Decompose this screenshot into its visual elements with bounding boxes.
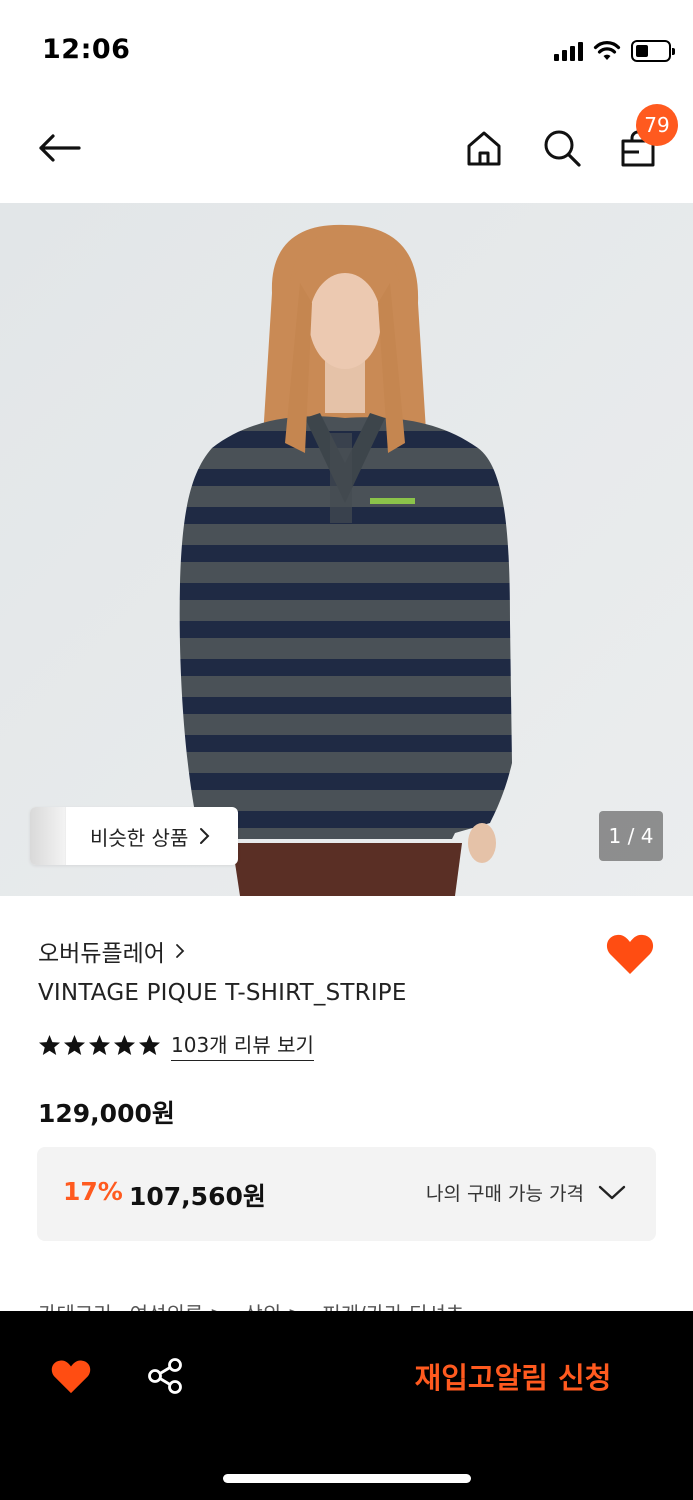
wifi-icon — [593, 41, 621, 60]
star-icon — [113, 1034, 136, 1056]
category-breadcrumb: 카테고리 여성의류 > 상의 > 피케/카라 티셔츠 — [38, 1298, 658, 1312]
star-icon — [88, 1034, 111, 1056]
battery-icon — [631, 40, 675, 62]
star-icon — [138, 1034, 161, 1056]
sale-price: 107,560원 — [129, 1182, 266, 1211]
back-button[interactable] — [36, 128, 82, 168]
cart-count-badge: 79 — [636, 104, 678, 146]
top-nav — [0, 100, 693, 203]
star-rating — [38, 1034, 161, 1056]
search-icon — [544, 130, 581, 167]
similar-products-button[interactable]: 비슷한 상품 — [30, 807, 238, 865]
chevron-right-icon — [200, 828, 210, 844]
star-icon — [63, 1034, 86, 1056]
wishlist-button[interactable] — [604, 930, 656, 978]
category-label: 카테고리 — [38, 1298, 112, 1312]
product-image-carousel[interactable]: 비슷한 상품 1 / 4 — [0, 203, 693, 896]
star-icon — [38, 1034, 61, 1056]
battery-level — [636, 45, 648, 57]
chevron-right-icon — [176, 944, 185, 958]
chevron-down-icon — [598, 1185, 626, 1199]
review-link[interactable]: 103개 리뷰 보기 — [171, 1029, 314, 1061]
image-page-indicator: 1 / 4 — [599, 811, 663, 861]
similar-products-label: 비슷한 상품 — [90, 825, 189, 850]
home-indicator[interactable] — [223, 1474, 471, 1483]
category-item[interactable]: 상의 > — [244, 1298, 304, 1312]
status-icons — [554, 38, 675, 64]
original-price: 129,000원 — [38, 1099, 175, 1128]
share-icon — [148, 1358, 182, 1394]
back-arrow-icon — [39, 134, 81, 162]
brand-name: 오버듀플레어 — [38, 941, 165, 967]
like-button[interactable] — [46, 1351, 96, 1401]
home-icon — [467, 131, 501, 166]
price-box: 17% 107,560원 나의 구매 가능 가격 — [37, 1147, 656, 1241]
my-price-label: 나의 구매 가능 가격 — [426, 1183, 584, 1205]
discount-rate: 17% — [63, 1177, 123, 1206]
status-time: 12:06 — [42, 34, 131, 65]
restock-alert-button[interactable]: 재입고알림 신청 — [380, 1349, 646, 1403]
status-bar: 12:06 — [0, 0, 693, 100]
bottom-action-bar: 재입고알림 신청 — [0, 1311, 693, 1500]
share-button[interactable] — [140, 1351, 190, 1401]
category-item[interactable]: 여성의류 > — [130, 1298, 227, 1312]
similar-product-thumbnail — [30, 807, 66, 865]
rating-row: 103개 리뷰 보기 — [38, 1029, 314, 1061]
category-item[interactable]: 피케/카라 티셔츠 — [322, 1298, 464, 1312]
brand-link[interactable]: 오버듀플레어 — [38, 934, 185, 968]
home-button[interactable] — [460, 124, 508, 172]
product-photo — [0, 203, 693, 896]
product-name: VINTAGE PIQUE T-SHIRT_STRIPE — [38, 980, 407, 1006]
heart-filled-icon — [51, 1360, 91, 1393]
my-price-toggle[interactable]: 나의 구매 가능 가격 — [426, 1179, 626, 1206]
cellular-signal-icon — [554, 41, 583, 61]
heart-filled-icon — [606, 934, 654, 974]
search-button[interactable] — [538, 124, 586, 172]
